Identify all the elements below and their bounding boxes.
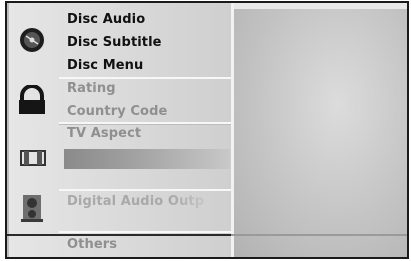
menu-separator	[59, 189, 231, 191]
selection-highlight-bar[interactable]	[64, 149, 230, 169]
menu-bottom-edge	[7, 234, 231, 236]
menu-separator	[59, 77, 231, 79]
menu-item-country-code[interactable]: Country Code	[67, 104, 167, 119]
setup-menu-frame: Disc Audio Disc Subtitle Disc Menu Ratin…	[5, 1, 409, 259]
tv-aspect-icon	[7, 149, 57, 167]
menu-item-digital-audio-output[interactable]: Digital Audio Outp	[67, 194, 217, 209]
lock-icon	[7, 84, 57, 117]
menu-separator	[59, 124, 231, 125]
menu-separator	[59, 231, 231, 233]
menu-item-others[interactable]: Others	[67, 237, 117, 252]
setup-menu-screen: Disc Audio Disc Subtitle Disc Menu Ratin…	[0, 0, 411, 261]
menu-item-tv-aspect[interactable]: TV Aspect	[67, 126, 141, 141]
menu-item-disc-menu[interactable]: Disc Menu	[67, 58, 143, 73]
panel-bottom-edge	[231, 234, 407, 236]
menu-item-rating[interactable]: Rating	[67, 81, 116, 96]
options-panel	[234, 3, 407, 257]
disc-icon	[7, 25, 57, 55]
options-panel-top	[234, 3, 407, 9]
speaker-icon	[7, 193, 57, 223]
menu-item-disc-audio[interactable]: Disc Audio	[67, 12, 145, 27]
menu-item-disc-subtitle[interactable]: Disc Subtitle	[67, 35, 162, 50]
